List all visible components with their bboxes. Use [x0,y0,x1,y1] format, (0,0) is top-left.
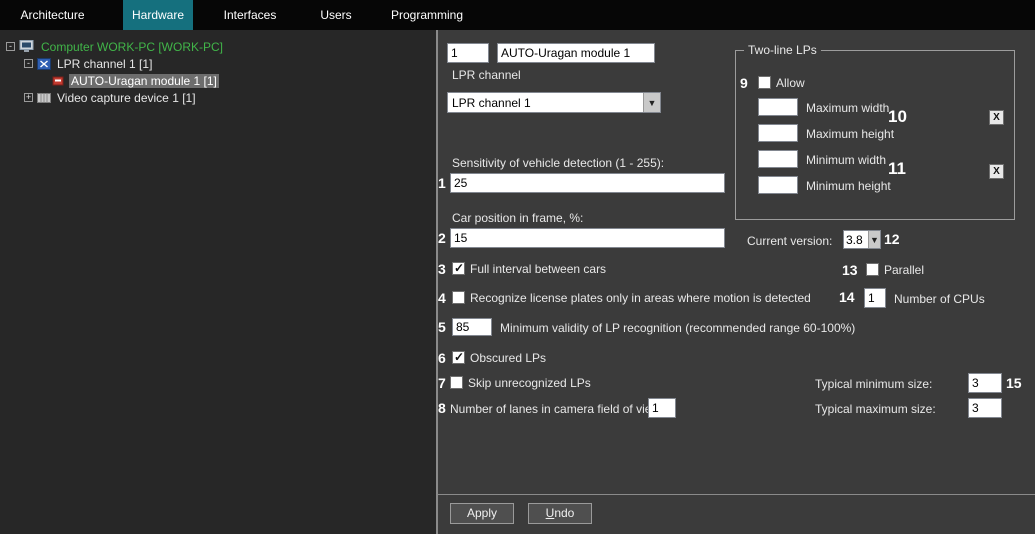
callout-1: 1 [438,175,446,191]
sensitivity-input[interactable] [450,173,725,193]
callout-6: 6 [438,350,446,366]
full-interval-label: Full interval between cars [470,262,606,276]
typical-min-input[interactable] [968,373,1002,393]
max-height-label: Maximum height [806,127,894,141]
chevron-down-icon: ▼ [868,231,880,248]
callout-13: 13 [842,262,858,278]
module-icon [52,75,65,87]
callout-12: 12 [884,231,900,247]
collapse-toggle-icon[interactable]: - [6,42,15,51]
button-area-divider [438,494,1035,495]
max-height-input[interactable] [758,124,798,142]
apply-button-label: Apply [451,504,513,523]
obscured-lps-checkbox[interactable] [452,351,465,364]
min-width-label: Minimum width [806,153,886,167]
lpr-channel-label: LPR channel [452,68,521,82]
current-version-value: 3.8 [844,233,868,247]
computer-icon [19,40,35,53]
skip-unrecognized-label: Skip unrecognized LPs [468,376,591,390]
tab-architecture[interactable]: Architecture [0,0,105,30]
device-tree: - Computer WORK-PC [WORK-PC] - LPR chann… [0,30,438,534]
callout-4: 4 [438,290,446,306]
car-position-label: Car position in frame, %: [452,211,583,225]
full-interval-checkbox[interactable] [452,262,465,275]
callout-5: 5 [438,319,446,335]
typical-min-label: Typical minimum size: [815,377,932,391]
lpr-channel-select[interactable]: LPR channel 1 ▼ [447,92,661,113]
parallel-label: Parallel [884,263,924,277]
skip-unrecognized-checkbox[interactable] [450,376,463,389]
sensitivity-label: Sensitivity of vehicle detection (1 - 25… [452,156,664,170]
chevron-down-icon: ▼ [643,93,660,112]
module-name-input[interactable] [497,43,655,63]
tab-programming[interactable]: Programming [377,0,477,30]
tab-users[interactable]: Users [301,0,371,30]
callout-14: 14 [839,289,855,305]
typical-max-input[interactable] [968,398,1002,418]
cpus-label: Number of CPUs [894,292,985,306]
tab-bar: Architecture Hardware Interfaces Users P… [0,0,1035,30]
lpr-channel-value: LPR channel 1 [448,96,643,110]
callout-9: 9 [740,75,748,91]
callout-2: 2 [438,230,446,246]
callout-8: 8 [438,400,446,416]
tree-item-computer[interactable]: - Computer WORK-PC [WORK-PC] [0,38,436,55]
tree-item-label: Computer WORK-PC [WORK-PC] [39,40,225,54]
callout-15: 15 [1006,375,1022,391]
video-device-icon [37,92,51,104]
lpr-channel-icon [37,58,51,70]
obscured-lps-label: Obscured LPs [470,351,546,365]
lanes-input[interactable] [648,398,676,418]
max-width-input[interactable] [758,98,798,116]
undo-button-label: Undo [529,504,591,523]
typical-max-label: Typical maximum size: [815,402,936,416]
max-size-close-button[interactable]: X [989,110,1004,125]
car-position-input[interactable] [450,228,725,248]
tree-item-label: AUTO-Uragan module 1 [1] [69,74,219,88]
callout-10: 10 [888,107,907,127]
undo-button[interactable]: Undo [528,503,592,524]
tree-item-uragan-module[interactable]: AUTO-Uragan module 1 [1] [0,72,436,89]
tree-item-label: LPR channel 1 [1] [55,57,154,71]
recognize-motion-label: Recognize license plates only in areas w… [470,291,811,305]
min-height-label: Minimum height [806,179,891,193]
module-id-input[interactable] [447,43,489,63]
tab-hardware[interactable]: Hardware [123,0,193,30]
tab-interfaces[interactable]: Interfaces [205,0,295,30]
tree-item-video-device[interactable]: + Video capture device 1 [1] [0,89,436,106]
min-height-input[interactable] [758,176,798,194]
min-size-close-button[interactable]: X [989,164,1004,179]
two-line-lps-title: Two-line LPs [744,43,821,57]
apply-button[interactable]: Apply [450,503,514,524]
recognize-motion-checkbox[interactable] [452,291,465,304]
tree-item-lpr-channel[interactable]: - LPR channel 1 [1] [0,55,436,72]
allow-checkbox[interactable] [758,76,771,89]
lanes-label: Number of lanes in camera field of view: [450,402,663,416]
current-version-select[interactable]: 3.8 ▼ [843,230,881,249]
max-width-label: Maximum width [806,101,889,115]
min-width-input[interactable] [758,150,798,168]
cpus-input[interactable] [864,288,886,308]
tree-item-label: Video capture device 1 [1] [55,91,198,105]
expand-toggle-icon[interactable]: + [24,93,33,102]
current-version-label: Current version: [747,234,832,248]
parallel-checkbox[interactable] [866,263,879,276]
callout-11: 11 [888,159,906,179]
callout-3: 3 [438,261,446,277]
min-validity-input[interactable] [452,318,492,336]
settings-panel: LPR channel LPR channel 1 ▼ Two-line LPs… [438,30,1035,534]
callout-7: 7 [438,375,446,391]
allow-label: Allow [776,76,805,90]
collapse-toggle-icon[interactable]: - [24,59,33,68]
min-validity-label: Minimum validity of LP recognition (reco… [500,321,855,335]
